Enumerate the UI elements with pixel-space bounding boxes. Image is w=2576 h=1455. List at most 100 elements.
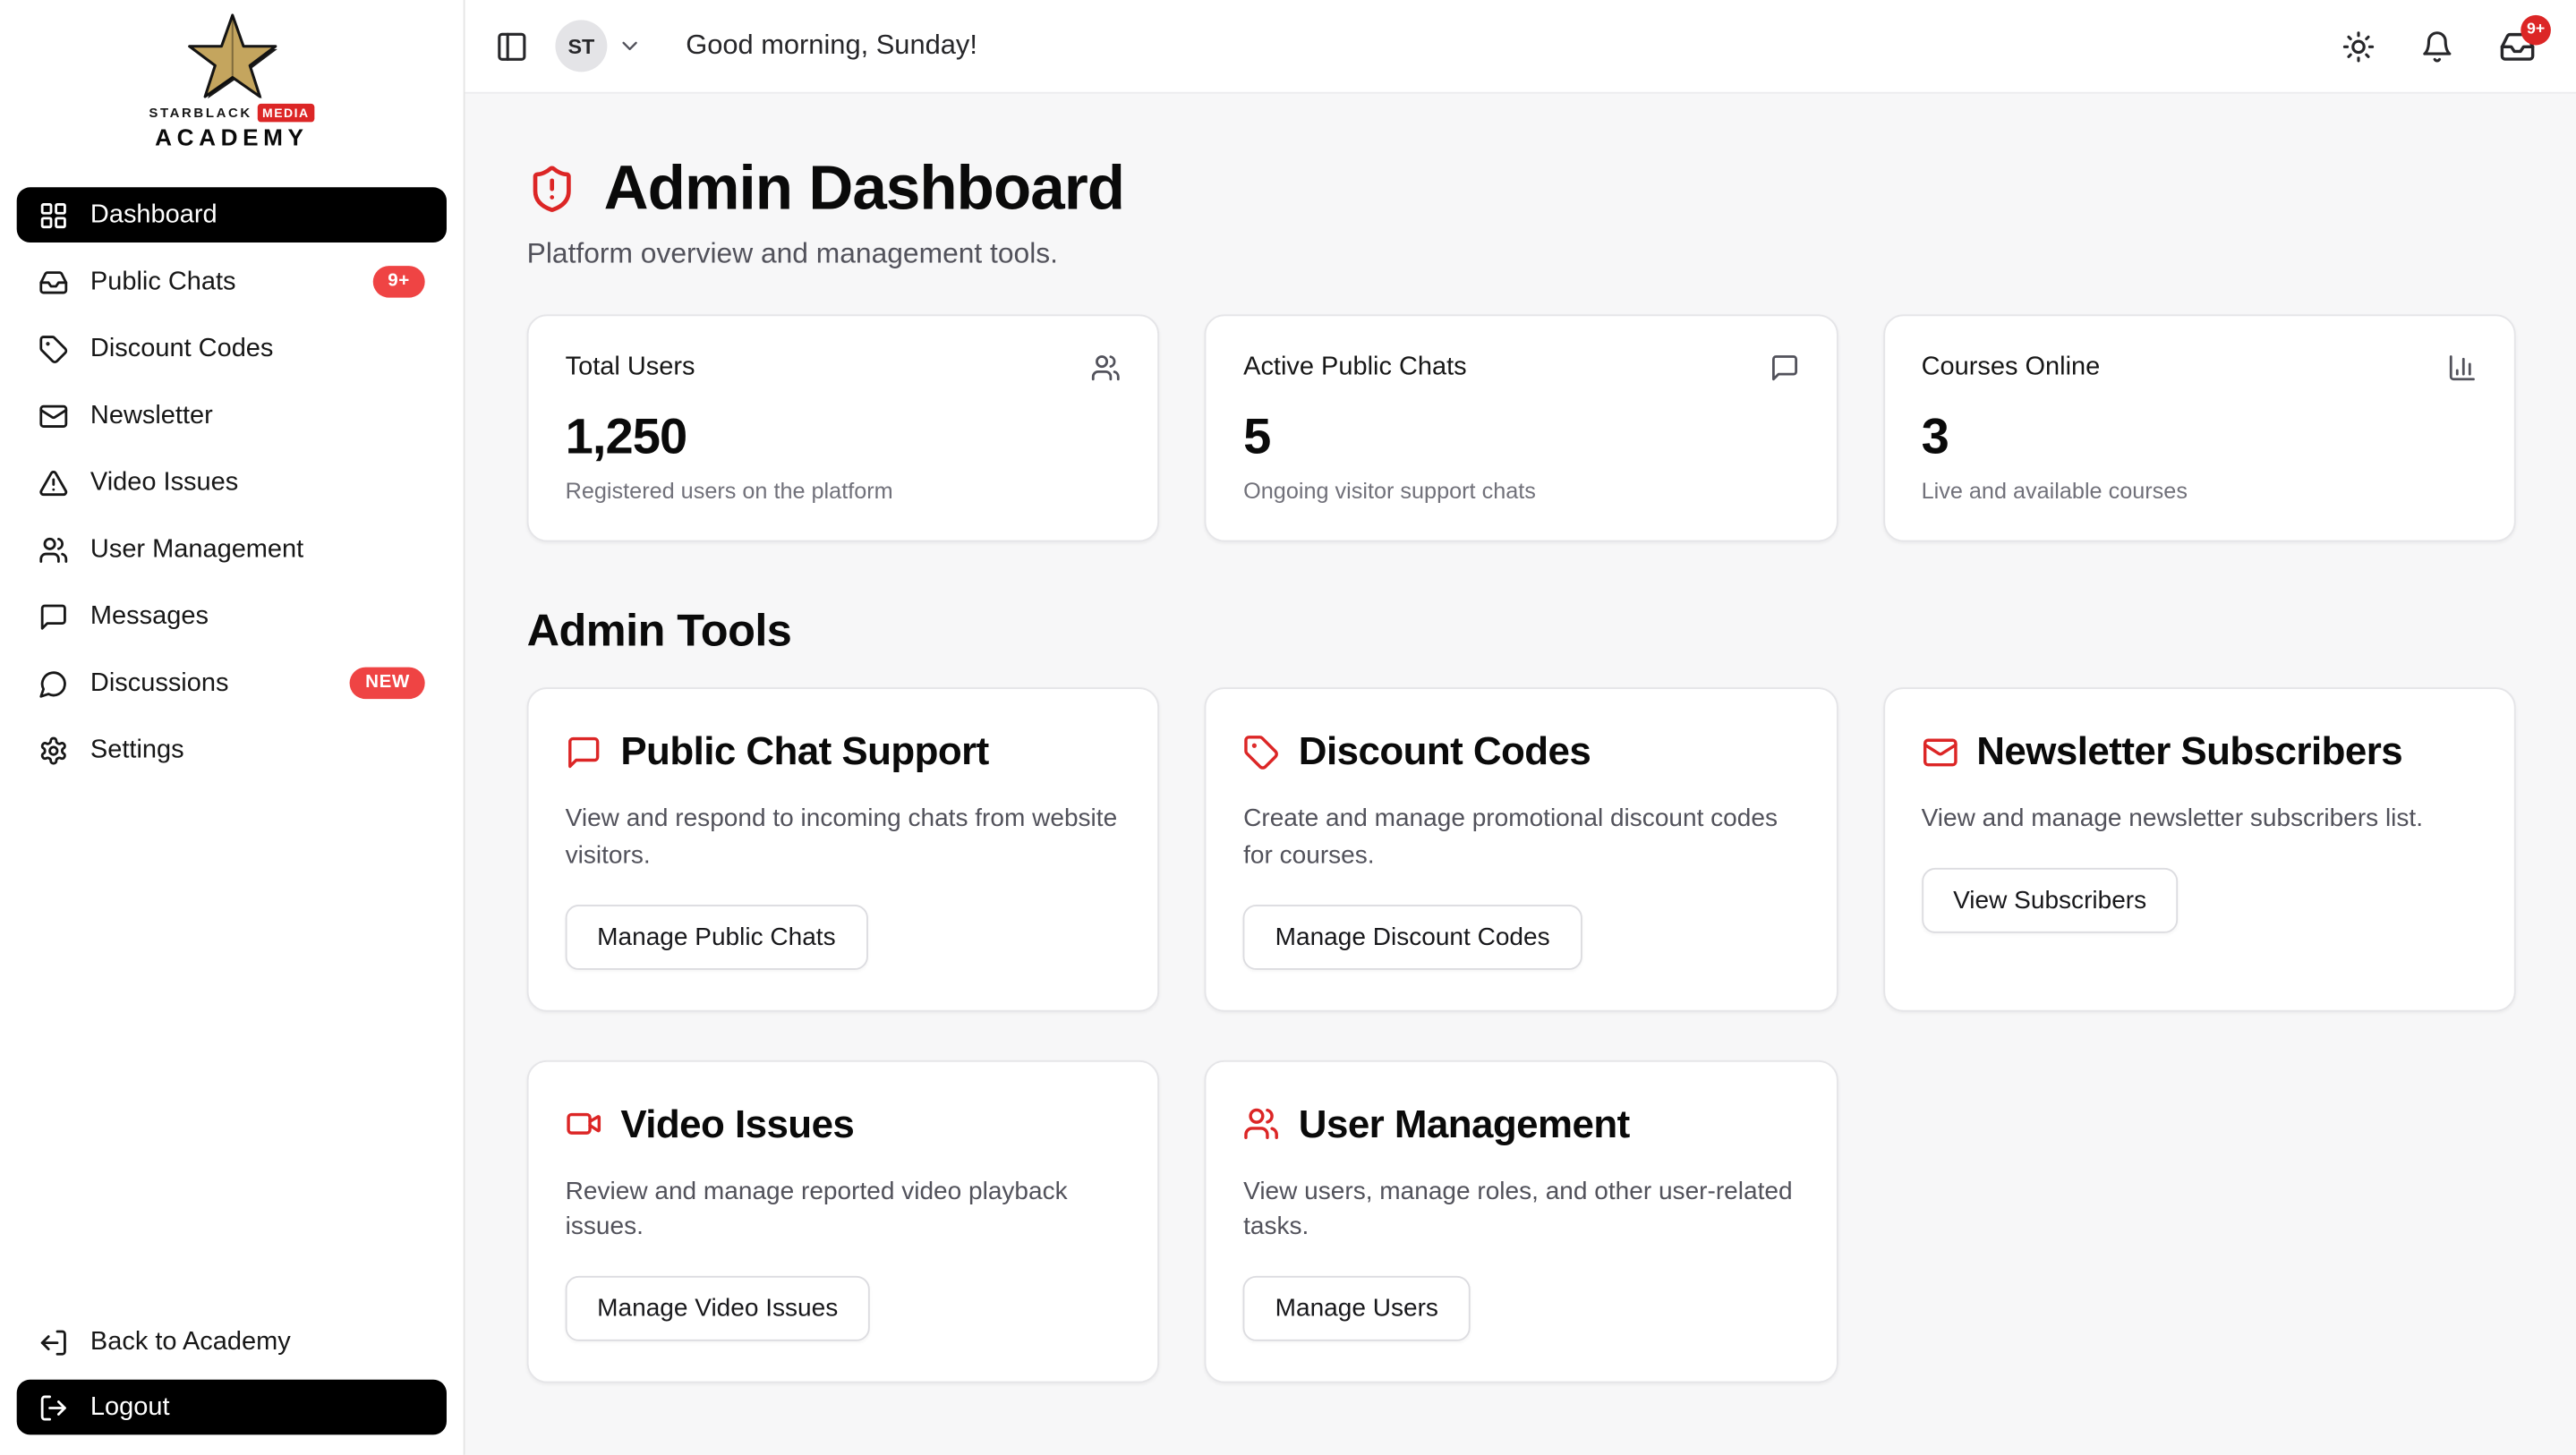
sidebar-toggle-button[interactable] (495, 30, 528, 63)
sidebar-item-newsletter[interactable]: Newsletter (17, 388, 447, 444)
unread-count-badge: 9+ (372, 266, 424, 298)
tool-card-title: User Management (1299, 1102, 1630, 1146)
tool-card-user-management: User Management View users, manage roles… (1205, 1059, 1838, 1383)
admin-tools-grid: Public Chat Support View and respond to … (527, 687, 2516, 1383)
logout-button[interactable]: Logout (17, 1380, 447, 1435)
stat-description: Ongoing visitor support chats (1243, 478, 1799, 503)
stat-value: 1,250 (566, 410, 1122, 467)
sidebar-item-settings[interactable]: Settings (17, 722, 447, 778)
tool-card-title: Video Issues (620, 1102, 854, 1146)
app-window: STARBLACK MEDIA ACADEMY Dashboard Public… (0, 0, 2576, 1455)
sidebar-item-label: Discount Codes (90, 334, 273, 364)
view-subscribers-button[interactable]: View Subscribers (1922, 867, 2179, 932)
tool-card-title: Discount Codes (1299, 729, 1591, 774)
sidebar-item-public-chats[interactable]: Public Chats 9+ (17, 254, 447, 310)
tool-card-description: Review and manage reported video playbac… (566, 1173, 1118, 1246)
tool-card-description: Create and manage promotional discount c… (1243, 801, 1796, 873)
sidebar: STARBLACK MEDIA ACADEMY Dashboard Public… (0, 0, 465, 1455)
panel-left-icon (495, 30, 528, 63)
back-to-academy-link[interactable]: Back to Academy (17, 1315, 447, 1370)
manage-discount-codes-button[interactable]: Manage Discount Codes (1243, 904, 1582, 969)
greeting-text: Good morning, Sunday! (686, 30, 977, 63)
sidebar-item-label: Video Issues (90, 467, 238, 498)
stat-label: Total Users (566, 353, 695, 383)
tool-card-description: View and manage newsletter subscribers l… (1922, 801, 2474, 838)
tool-card-video-issues: Video Issues Review and manage reported … (527, 1059, 1160, 1383)
page-title: Admin Dashboard (604, 154, 1124, 224)
stat-label: Active Public Chats (1243, 353, 1467, 383)
sidebar-item-label: User Management (90, 534, 303, 565)
sidebar-nav: Dashboard Public Chats 9+ Discount Codes… (0, 167, 464, 778)
stat-label: Courses Online (1922, 353, 2101, 383)
sidebar-item-dashboard[interactable]: Dashboard (17, 187, 447, 242)
shield-alert-icon (527, 164, 577, 214)
inbox-icon (38, 267, 69, 297)
sidebar-item-discount-codes[interactable]: Discount Codes (17, 321, 447, 377)
sidebar-item-user-management[interactable]: User Management (17, 522, 447, 577)
stat-description: Registered users on the platform (566, 478, 1122, 503)
user-menu[interactable]: ST (555, 20, 642, 72)
brand-logo: STARBLACK MEDIA ACADEMY (0, 0, 464, 167)
sidebar-item-messages[interactable]: Messages (17, 589, 447, 644)
chart-column-icon (2447, 353, 2478, 383)
page-header: Admin Dashboard (527, 154, 2516, 224)
stat-card-courses-online: Courses Online 3 Live and available cour… (1883, 314, 2516, 541)
manage-users-button[interactable]: Manage Users (1243, 1276, 1470, 1341)
sun-icon (2341, 30, 2375, 63)
tool-card-public-chat-support: Public Chat Support View and respond to … (527, 687, 1160, 1011)
tool-card-newsletter-subscribers: Newsletter Subscribers View and manage n… (1883, 687, 2516, 1011)
chevron-down-icon (618, 33, 643, 58)
topbar-actions: 9+ (2341, 28, 2536, 64)
users-icon (38, 534, 69, 565)
theme-toggle-button[interactable] (2341, 30, 2375, 63)
tool-card-title: Public Chat Support (620, 729, 988, 774)
inbox-button[interactable]: 9+ (2499, 28, 2536, 64)
sidebar-item-video-issues[interactable]: Video Issues (17, 455, 447, 510)
notifications-button[interactable] (2420, 30, 2453, 63)
star-icon (183, 13, 280, 100)
gear-icon (38, 735, 69, 765)
new-badge: NEW (350, 667, 424, 699)
sidebar-item-label: Messages (90, 601, 209, 632)
stat-value: 5 (1243, 410, 1799, 467)
bell-icon (2420, 30, 2453, 63)
tag-icon (38, 334, 69, 364)
brand-name-bottom: ACADEMY (155, 123, 309, 150)
main-content: Admin Dashboard Platform overview and ma… (465, 94, 2576, 1455)
message-square-icon (1770, 353, 1800, 383)
stat-value: 3 (1922, 410, 2478, 467)
message-square-icon (38, 601, 69, 632)
alert-triangle-icon (38, 467, 69, 498)
admin-tools-heading: Admin Tools (527, 606, 2516, 658)
sidebar-item-discussions[interactable]: Discussions NEW (17, 656, 447, 711)
sidebar-item-label: Dashboard (90, 200, 218, 230)
mail-icon (38, 401, 69, 431)
manage-public-chats-button[interactable]: Manage Public Chats (566, 904, 867, 969)
tool-card-description: View users, manage roles, and other user… (1243, 1173, 1796, 1246)
sidebar-footer: Back to Academy Logout (0, 1315, 464, 1455)
sidebar-item-label: Discussions (90, 668, 229, 699)
brand-name-highlight: MEDIA (257, 104, 314, 123)
mail-icon (1922, 733, 1958, 770)
topbar: ST Good morning, Sunday! 9+ (465, 0, 2576, 94)
tag-icon (1243, 733, 1280, 770)
back-to-academy-label: Back to Academy (90, 1327, 291, 1357)
stats-row: Total Users 1,250 Registered users on th… (527, 314, 2516, 541)
tool-card-discount-codes: Discount Codes Create and manage promoti… (1205, 687, 1838, 1011)
sidebar-item-label: Newsletter (90, 401, 213, 431)
stat-description: Live and available courses (1922, 478, 2478, 503)
log-out-icon (38, 1392, 69, 1423)
tool-card-description: View and respond to incoming chats from … (566, 801, 1118, 873)
avatar[interactable]: ST (555, 20, 607, 72)
message-square-icon (566, 733, 602, 770)
sidebar-item-label: Settings (90, 735, 184, 765)
manage-video-issues-button[interactable]: Manage Video Issues (566, 1276, 870, 1341)
stat-card-active-public-chats: Active Public Chats 5 Ongoing visitor su… (1205, 314, 1838, 541)
stat-card-total-users: Total Users 1,250 Registered users on th… (527, 314, 1160, 541)
users-icon (1243, 1105, 1280, 1142)
page-subtitle: Platform overview and management tools. (527, 237, 2516, 270)
brand-name-top: STARBLACK (149, 106, 252, 121)
users-icon (1091, 353, 1122, 383)
tool-card-title: Newsletter Subscribers (1976, 729, 2402, 774)
logout-label: Logout (90, 1392, 170, 1423)
